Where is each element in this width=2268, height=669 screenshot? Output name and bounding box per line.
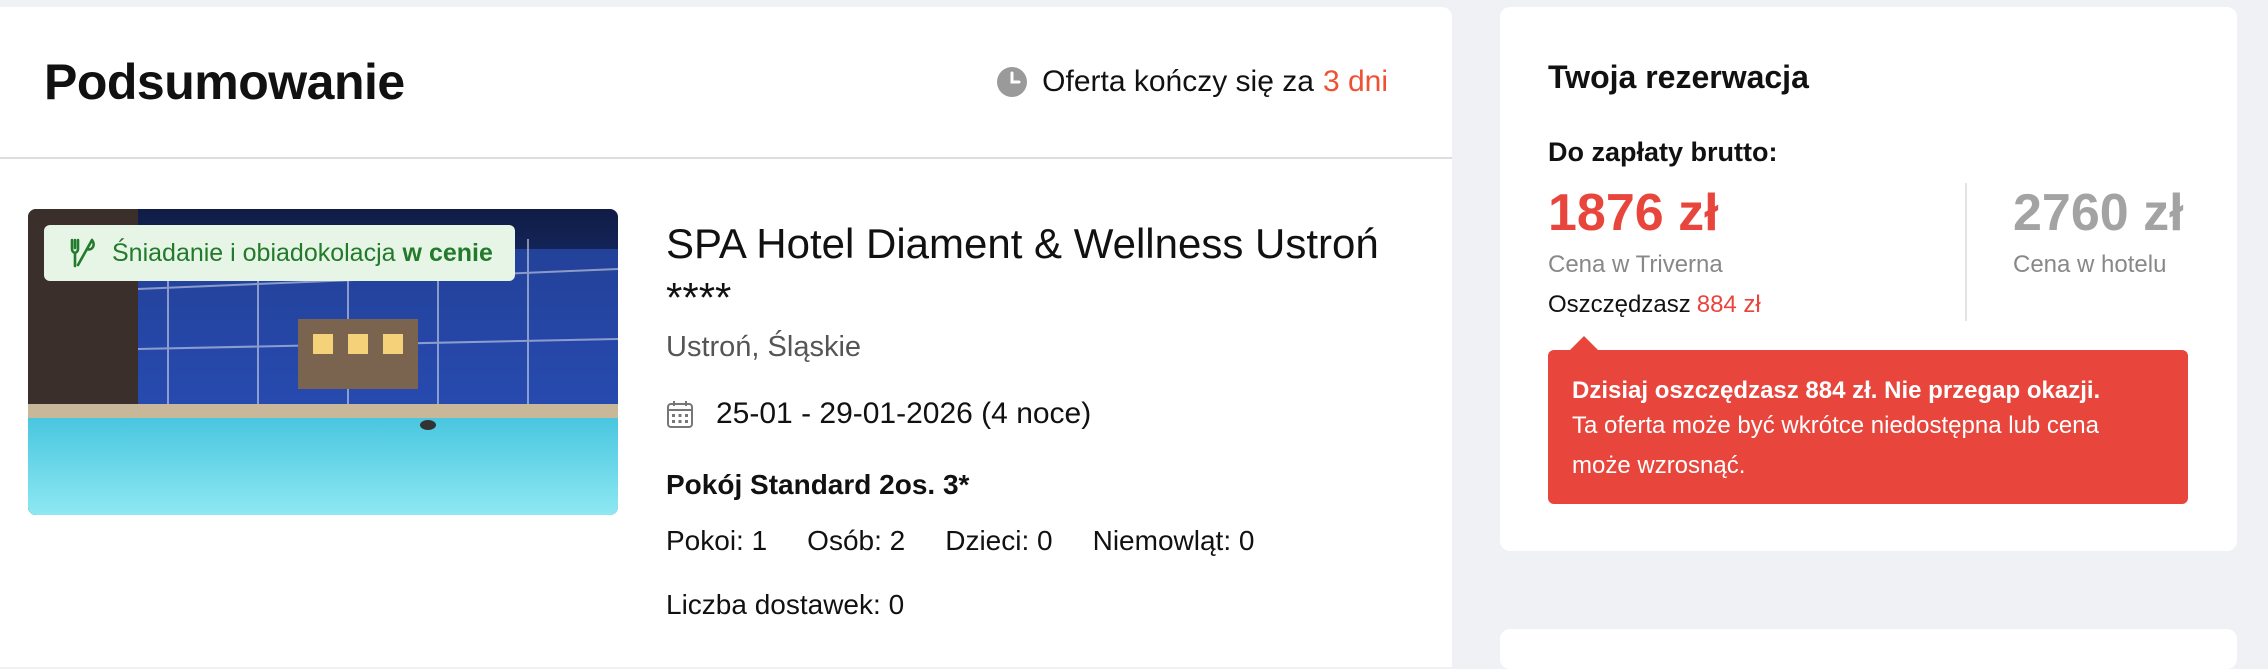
clock-icon [997,67,1028,97]
persons-count: Osób: 2 [807,525,906,556]
children-count: Dzieci: 0 [945,525,1053,556]
next-card [1500,629,2237,669]
page-title: Podsumowanie [44,54,405,110]
rooms-count: Pokoi: 1 [666,525,768,556]
badge-label-strong: w cenie [402,238,493,267]
extra-beds-count: Liczba dostawek: 0 [666,589,905,620]
guest-counts: Pokoi: 1 Osób: 2 Dzieci: 0 Niemowląt: 0 [666,525,1294,557]
offer-days-value: 3 dni [1322,65,1388,98]
amount-due-label: Do zapłaty brutto: [1548,137,1778,167]
summary-header: Podsumowanie Oferta kończy się za 3 dni [0,7,1452,159]
hotel-location: Ustroń, Śląskie [666,331,862,363]
meal-badge: Śniadanie i obiadokolacja w cenie [44,225,515,281]
reservation-title: Twoja rezerwacja [1548,59,1809,95]
savings-label: Oszczędzasz [1548,291,1691,318]
stay-dates-value: 25-01 - 29-01-2026 (4 noce) [716,397,1092,430]
calendar-icon [667,401,693,428]
alert-heading: Dzisiaj oszczędzasz 884 zł. Nie przegap … [1572,377,2101,404]
price-divider [1965,183,1967,321]
savings-line: Oszczędzasz 884 zł [1548,291,1761,319]
savings-amount: 884 zł [1696,291,1761,318]
price-triverna: 1876 zł [1548,184,1719,242]
infants-count: Niemowląt: 0 [1092,525,1255,556]
hotel-photo[interactable]: Śniadanie i obiadokolacja w cenie [28,209,618,515]
hotel-name[interactable]: SPA Hotel Diament & Wellness Ustroń **** [666,217,1386,325]
price-hotel: 2760 zł [2013,184,2184,242]
badge-label: Śniadanie i obiadokolacja [112,238,396,267]
price-hotel-label: Cena w hotelu [2013,251,2167,278]
offer-countdown: Oferta kończy się za 3 dni [996,65,1388,99]
alert-message: Ta oferta może być wkrótce niedostępna l… [1572,412,2099,479]
cutlery-icon [70,238,95,268]
price-triverna-label: Cena w Triverna [1548,251,1723,278]
offer-countdown-label: Oferta kończy się za [1042,65,1314,98]
reservation-card: Twoja rezerwacja Do zapłaty brutto: 1876… [1500,7,2237,551]
summary-card: Podsumowanie Oferta kończy się za 3 dni [0,7,1452,667]
savings-alert: Dzisiaj oszczędzasz 884 zł. Nie przegap … [1548,336,2188,504]
stay-dates: 25-01 - 29-01-2026 (4 noce) [666,397,1091,431]
room-type: Pokój Standard 2os. 3* [666,469,970,500]
